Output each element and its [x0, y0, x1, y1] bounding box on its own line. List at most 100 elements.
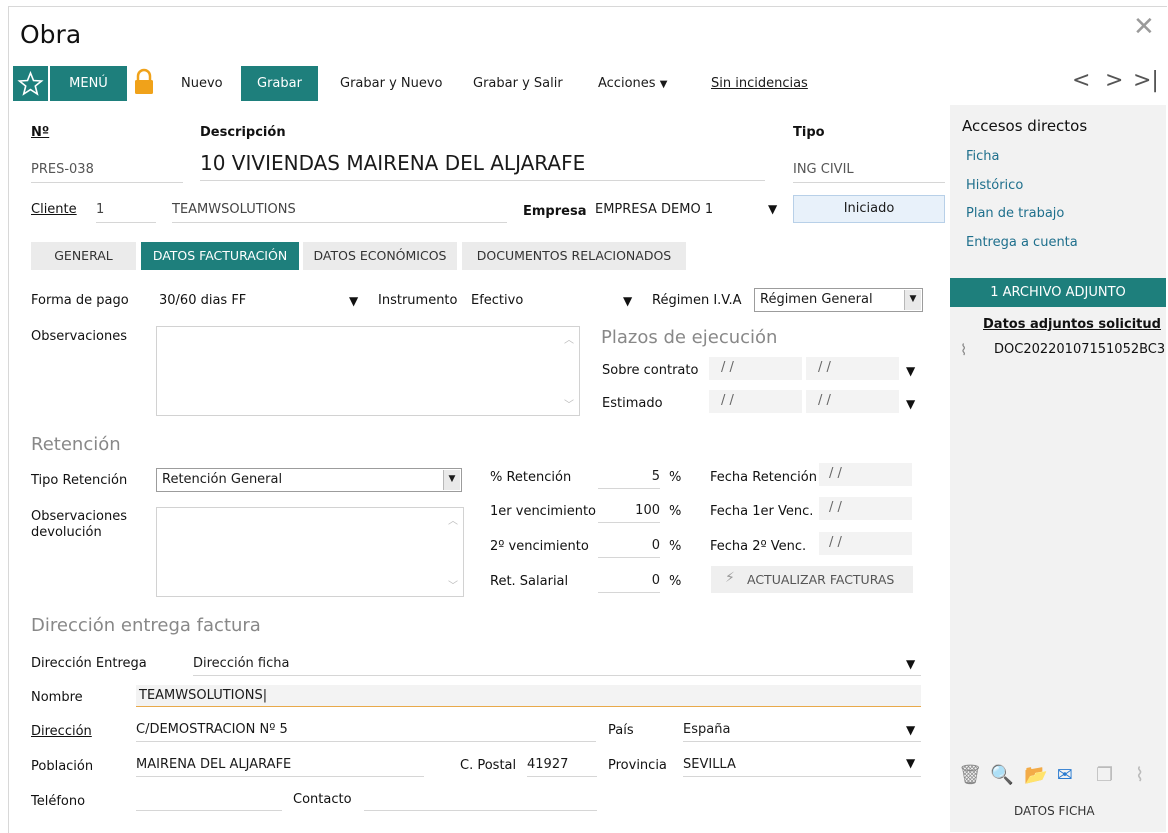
instrumento-dropdown-icon[interactable]: ▼ — [623, 294, 632, 308]
provincia-select[interactable]: SEVILLA — [683, 754, 921, 777]
scroll-up-icon[interactable]: ︿ — [564, 331, 574, 346]
sobre-contrato-label: Sobre contrato — [602, 363, 699, 378]
telefono-field[interactable] — [136, 788, 282, 811]
nombre-field[interactable]: TEAMWSOLUTIONS| — [136, 685, 921, 707]
obs-dev-label-2: devolución — [31, 525, 102, 540]
poblacion-field[interactable]: MAIRENA DEL ALJARAFE — [136, 754, 424, 777]
incidencias-link[interactable]: Sin incidencias — [711, 66, 808, 101]
empresa-label: Empresa — [523, 204, 587, 219]
pais-dropdown-icon[interactable]: ▼ — [906, 723, 915, 737]
regimen-label: Régimen I.V.A — [652, 293, 742, 308]
star-icon — [17, 70, 44, 96]
obs-devolucion-textarea[interactable]: ︿ ﹀ — [156, 507, 464, 597]
last-icon[interactable]: >| — [1133, 68, 1159, 93]
poblacion-label: Población — [31, 759, 94, 774]
ret-salarial-label: Ret. Salarial — [490, 574, 569, 589]
status-badge[interactable]: Iniciado — [793, 195, 945, 223]
sobre-contrato-inicio[interactable]: / / — [709, 357, 802, 380]
empresa-select[interactable]: EMPRESA DEMO 1 — [595, 198, 785, 222]
tab-documentos[interactable]: DOCUMENTOS RELACIONADOS — [462, 242, 686, 270]
estimado-inicio[interactable]: / / — [709, 390, 802, 413]
obs-dev-label-1: Observaciones — [31, 509, 127, 524]
pct-retencion-field[interactable]: 5 — [598, 466, 660, 489]
sidebar-link-ficha[interactable]: Ficha — [966, 149, 1000, 164]
scroll-down-icon[interactable]: ﹀ — [448, 577, 458, 592]
sidebar-link-entrega[interactable]: Entrega a cuenta — [966, 235, 1078, 250]
sobre-contrato-fin[interactable]: / / — [806, 357, 899, 380]
fecha-venc2-field[interactable]: / / — [819, 532, 912, 555]
grabar-nuevo-button[interactable]: Grabar y Nuevo — [340, 66, 443, 101]
cliente-id-field[interactable]: 1 — [96, 198, 156, 223]
retencion-title: Retención — [31, 434, 121, 455]
fecha-retencion-field[interactable]: / / — [819, 463, 912, 486]
tab-datos-facturacion[interactable]: DATOS FACTURACIÓN — [141, 242, 299, 270]
dir-entrega-dropdown-icon[interactable]: ▼ — [906, 657, 915, 671]
cp-field[interactable]: 41927 — [527, 754, 597, 777]
scroll-down-icon[interactable]: ﹀ — [564, 396, 574, 411]
empresa-value: EMPRESA DEMO 1 — [595, 202, 714, 217]
favorite-button[interactable] — [13, 66, 48, 101]
contacto-field[interactable] — [364, 788, 597, 811]
venc1-field[interactable]: 100 — [598, 500, 660, 523]
estimado-fin[interactable]: / / — [806, 390, 899, 413]
cliente-name-field[interactable]: TEAMWSOLUTIONS — [172, 198, 507, 223]
actualizar-facturas-button[interactable]: ⚡ ACTUALIZAR FACTURAS — [711, 566, 913, 593]
desc-field[interactable]: 10 VIVIENDAS MAIRENA DEL ALJARAFE — [200, 148, 765, 181]
fecha-retencion-label: Fecha Retención — [710, 470, 817, 485]
acciones-menu[interactable]: Acciones ▼ — [598, 66, 667, 101]
copy-icon[interactable]: ❐ — [1096, 766, 1113, 785]
provincia-dropdown-icon[interactable]: ▼ — [906, 756, 915, 770]
forma-pago-select[interactable]: 30/60 dias FF — [159, 293, 246, 308]
menu-button[interactable]: MENÚ — [50, 66, 127, 101]
tab-datos-economicos[interactable]: DATOS ECONÓMICOS — [303, 242, 457, 270]
dir-entrega-value: Dirección ficha — [193, 656, 290, 671]
grabar-button[interactable]: Grabar — [241, 66, 318, 101]
forma-pago-label: Forma de pago — [31, 293, 129, 308]
tipo-field[interactable]: ING CIVIL — [793, 158, 945, 183]
sobre-contrato-dropdown-icon[interactable]: ▼ — [906, 364, 915, 378]
forma-pago-dropdown-icon[interactable]: ▼ — [349, 294, 358, 308]
dir-entrega-select[interactable]: Dirección ficha — [193, 653, 921, 676]
tipo-retencion-value: Retención General — [162, 472, 283, 487]
tipo-retencion-dropdown-icon[interactable]: ▼ — [443, 470, 460, 490]
cliente-label[interactable]: Cliente — [31, 202, 77, 217]
pct-symbol: % — [669, 504, 682, 519]
lock-icon[interactable] — [133, 68, 155, 96]
instrumento-select[interactable]: Efectivo — [471, 293, 523, 308]
ret-salarial-field[interactable]: 0 — [598, 570, 660, 593]
date-placeholder: / / — [829, 500, 842, 515]
attachments-header[interactable]: 1 ARCHIVO ADJUNTO — [950, 278, 1166, 307]
email-icon[interactable]: ✉ — [1057, 766, 1073, 785]
tipo-retencion-select[interactable]: Retención General ▼ — [156, 468, 462, 492]
regimen-dropdown-icon[interactable]: ▼ — [904, 290, 921, 310]
estimado-dropdown-icon[interactable]: ▼ — [906, 397, 915, 411]
grabar-salir-button[interactable]: Grabar y Salir — [473, 66, 563, 101]
sidebar-link-plan[interactable]: Plan de trabajo — [966, 206, 1064, 221]
direccion-field[interactable]: C/DEMOSTRACION Nº 5 — [136, 719, 596, 742]
date-placeholder: / / — [818, 360, 831, 375]
fecha-venc1-field[interactable]: / / — [819, 497, 912, 520]
next-icon[interactable]: > — [1105, 68, 1123, 93]
prev-icon[interactable]: < — [1072, 68, 1090, 93]
pais-select[interactable]: España — [683, 719, 921, 742]
folder-icon[interactable]: 📂 — [1024, 766, 1048, 785]
empresa-dropdown-icon[interactable]: ▼ — [768, 202, 777, 216]
attachment-file[interactable]: DOC20220107151052BC3 — [994, 342, 1165, 357]
observaciones-textarea[interactable]: ︿ ﹀ — [156, 326, 580, 416]
venc2-field[interactable]: 0 — [598, 535, 660, 558]
venc1-label: 1er vencimiento — [490, 504, 596, 519]
attach-icon[interactable]: ⌇ — [1135, 766, 1144, 785]
trash-icon[interactable]: 🗑 — [958, 766, 982, 785]
num-field[interactable]: PRES-038 — [31, 158, 183, 183]
accesos-title: Accesos directos — [962, 117, 1088, 135]
scroll-up-icon[interactable]: ︿ — [448, 512, 458, 527]
direccion-label[interactable]: Dirección — [31, 724, 92, 739]
date-placeholder: / / — [829, 466, 842, 481]
nuevo-button[interactable]: Nuevo — [181, 66, 223, 101]
regimen-select[interactable]: Régimen General ▼ — [754, 288, 923, 312]
close-icon[interactable]: ✕ — [1133, 14, 1155, 40]
tab-general[interactable]: GENERAL — [31, 242, 136, 270]
nombre-label: Nombre — [31, 690, 83, 705]
sidebar-link-historico[interactable]: Histórico — [966, 178, 1023, 193]
preview-icon[interactable]: 🔍 — [990, 766, 1014, 785]
